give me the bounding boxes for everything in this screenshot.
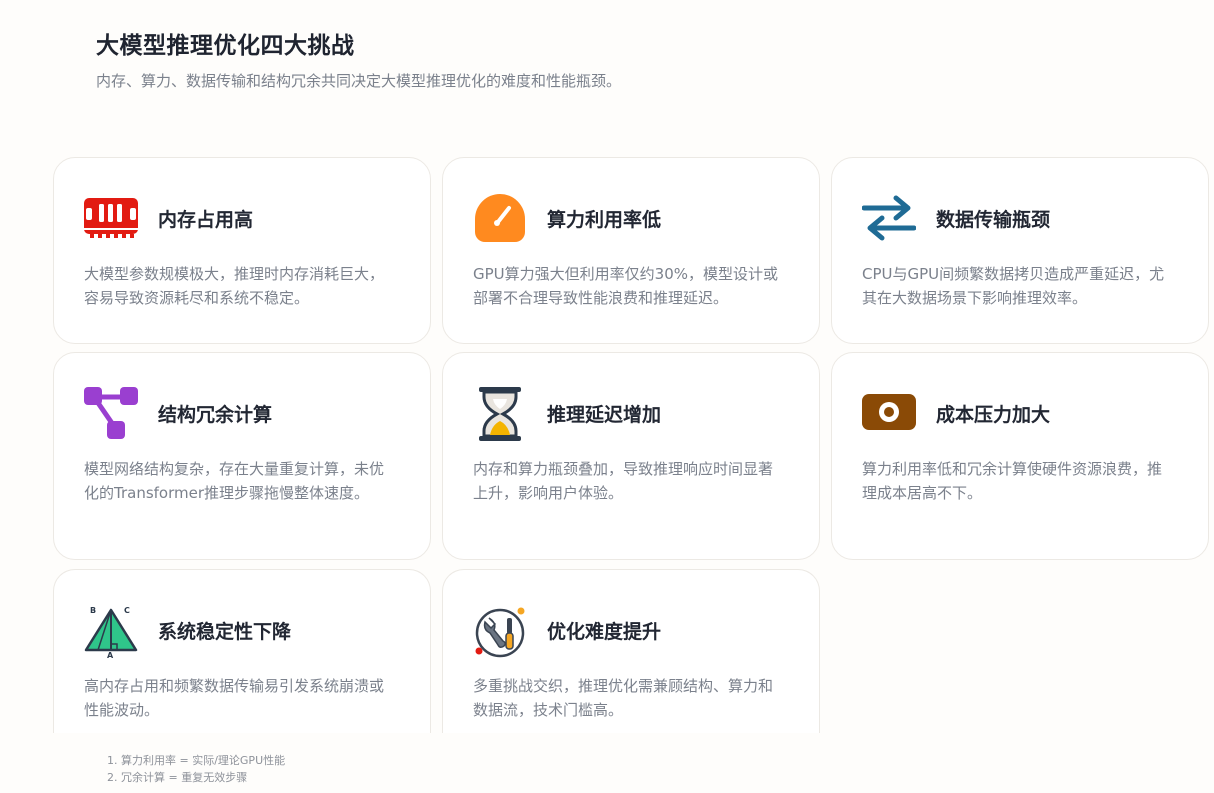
card-description: 算力利用率低和冗余计算使硬件资源浪费，推理成本居高不下。 xyxy=(862,460,1163,502)
card-title: 结构冗余计算 xyxy=(158,404,273,426)
memory-icon xyxy=(84,192,138,246)
gauge-icon xyxy=(473,192,527,246)
svg-text:A: A xyxy=(107,651,114,658)
svg-text:C: C xyxy=(124,606,130,615)
card-compute: 算力利用率低 GPU算力强大但利用率仅约30%，模型设计或部署不合理导致性能浪费… xyxy=(442,157,820,344)
card-description: 高内存占用和频繁数据传输易引发系统崩溃或性能波动。 xyxy=(84,677,385,719)
card-title: 系统稳定性下降 xyxy=(158,621,292,643)
card-memory: 内存占用高 大模型参数规模极大，推理时内存消耗巨大，容易导致资源耗尽和系统不稳定… xyxy=(53,157,431,344)
card-stability: B C A 系统稳定性下降 高内存占用和频繁数据传输易引发系统崩溃或性能波动。 xyxy=(53,569,431,733)
card-description: 内存和算力瓶颈叠加，导致推理响应时间显著上升，影响用户体验。 xyxy=(473,460,774,502)
card-redundant-compute: 结构冗余计算 模型网络结构复杂，存在大量重复计算，未优化的Transformer… xyxy=(53,352,431,560)
network-nodes-icon xyxy=(84,387,138,441)
card-cost: 成本压力加大 算力利用率低和冗余计算使硬件资源浪费，推理成本居高不下。 xyxy=(831,352,1209,560)
card-description: 大模型参数规模极大，推理时内存消耗巨大，容易导致资源耗尽和系统不稳定。 xyxy=(84,265,385,307)
card-description: GPU算力强大但利用率仅约30%，模型设计或部署不合理导致性能浪费和推理延迟。 xyxy=(473,265,778,307)
card-latency: 推理延迟增加 内存和算力瓶颈叠加，导致推理响应时间显著上升，影响用户体验。 xyxy=(442,352,820,560)
card-title: 优化难度提升 xyxy=(547,621,662,643)
tools-icon xyxy=(473,604,527,658)
footnote-2: 2. 冗余计算 = 重复无效步骤 xyxy=(107,771,248,784)
page-subtitle: 内存、算力、数据传输和结构冗余共同决定大模型推理优化的难度和性能瓶颈。 xyxy=(96,72,622,90)
hourglass-icon xyxy=(473,387,527,441)
svg-text:B: B xyxy=(90,606,96,615)
card-title: 推理延迟增加 xyxy=(547,404,662,426)
card-description: 模型网络结构复杂，存在大量重复计算，未优化的Transformer推理步骤拖慢整… xyxy=(84,460,385,502)
money-icon xyxy=(862,387,916,441)
card-data-transfer: 数据传输瓶颈 CPU与GPU间频繁数据拷贝造成严重延迟，尤其在大数据场景下影响推… xyxy=(831,157,1209,344)
card-description: 多重挑战交织，推理优化需兼顾结构、算力和数据流，技术门槛高。 xyxy=(473,677,774,719)
footnotes: 1. 算力利用率 = 实际/理论GPU性能 2. 冗余计算 = 重复无效步骤 xyxy=(107,752,285,786)
footnote-1: 1. 算力利用率 = 实际/理论GPU性能 xyxy=(107,754,286,767)
card-title: 数据传输瓶颈 xyxy=(936,209,1051,231)
card-optimization-difficulty: 优化难度提升 多重挑战交织，推理优化需兼顾结构、算力和数据流，技术门槛高。 xyxy=(442,569,820,733)
card-description: CPU与GPU间频繁数据拷贝造成严重延迟，尤其在大数据场景下影响推理效率。 xyxy=(862,265,1165,307)
triangle-geometry-icon: B C A xyxy=(84,604,138,658)
card-title: 内存占用高 xyxy=(158,209,254,231)
card-title: 算力利用率低 xyxy=(547,209,662,231)
page-title: 大模型推理优化四大挑战 xyxy=(96,33,355,59)
card-title: 成本压力加大 xyxy=(936,404,1051,426)
transfer-arrows-icon xyxy=(862,192,916,246)
